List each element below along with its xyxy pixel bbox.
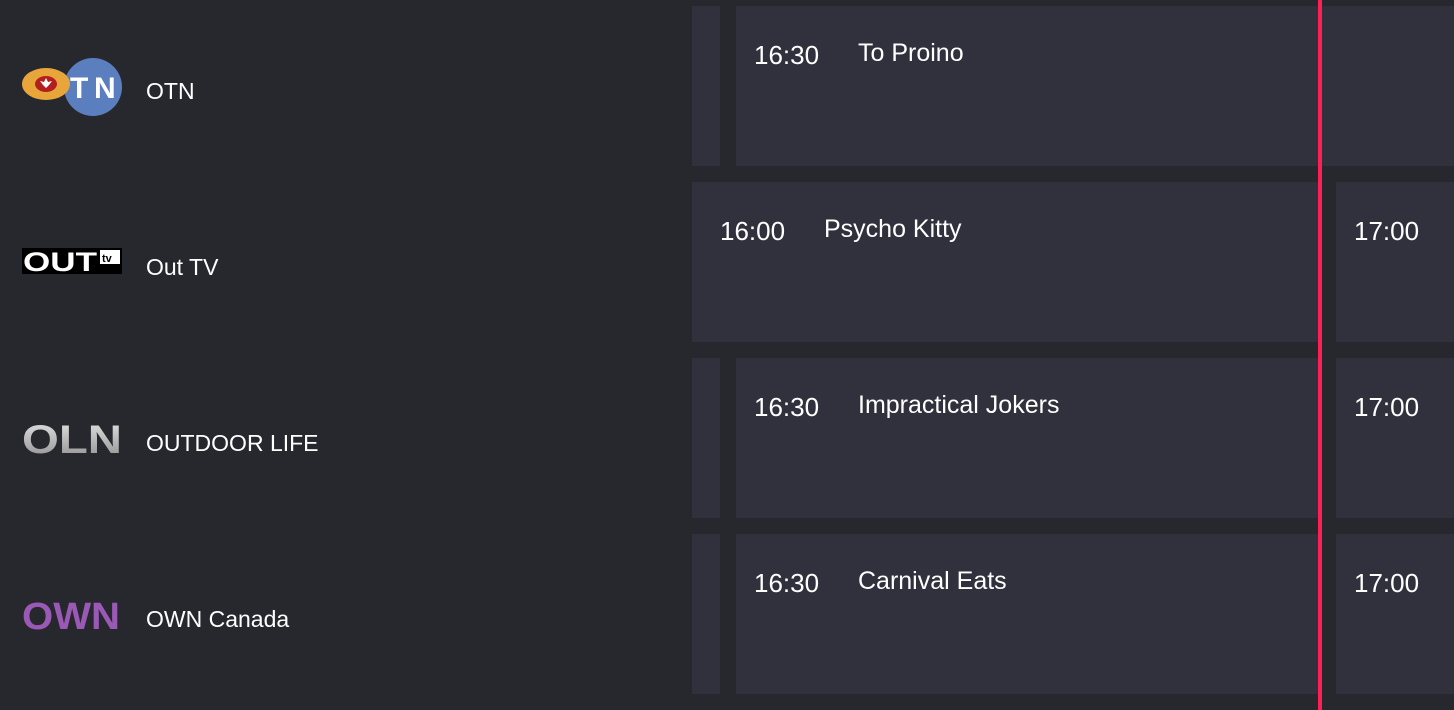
channel-info-own[interactable]: OWN OWN Canada — [0, 534, 680, 694]
program-time: 17:00 — [1354, 216, 1420, 246]
svg-text:T: T — [70, 72, 88, 105]
svg-text:OWN: OWN — [22, 598, 120, 632]
program-cell-previous[interactable] — [692, 6, 720, 166]
channel-row-otn: T N OTN 16:30 To Proino — [0, 6, 1454, 166]
current-time-indicator — [1318, 0, 1322, 710]
svg-text:OUT: OUT — [23, 248, 98, 274]
channel-name: OTN — [146, 78, 195, 104]
channel-name: Out TV — [146, 254, 219, 280]
channel-row-own: OWN OWN Canada 16:30 Carnival Eats 17:00 — [0, 534, 1454, 694]
channel-name: OWN Canada — [146, 606, 290, 632]
svg-text:tv: tv — [102, 253, 113, 265]
program-cell-next[interactable]: 17:00 — [1336, 534, 1454, 694]
program-title: Carnival Eats — [858, 567, 1007, 595]
tv-guide: T N OTN 16:30 To Proino OUT tv Out TV 16… — [0, 0, 1454, 710]
program-time: 16:30 — [754, 392, 820, 422]
program-cell[interactable]: 16:00 Psycho Kitty — [692, 182, 1318, 342]
program-title: Psycho Kitty — [824, 215, 962, 243]
program-title: To Proino — [858, 39, 964, 67]
program-time: 17:00 — [1354, 568, 1420, 598]
channel-row-outtv: OUT tv Out TV 16:00 Psycho Kitty 17:00 — [0, 182, 1454, 342]
channel-row-oln: OLN OUTDOOR LIFE 16:30 Impractical Joker… — [0, 358, 1454, 518]
program-cell[interactable]: 16:30 Impractical Jokers — [736, 358, 1318, 518]
program-cell[interactable]: 16:30 To Proino — [736, 6, 1454, 166]
own-logo-icon: OWN — [22, 596, 122, 638]
program-cell[interactable]: 16:30 Carnival Eats — [736, 534, 1318, 694]
program-cell-previous[interactable] — [692, 534, 720, 694]
outtv-logo-icon: OUT tv — [22, 247, 122, 277]
program-time: 17:00 — [1354, 392, 1420, 422]
channel-info-oln[interactable]: OLN OUTDOOR LIFE — [0, 358, 680, 518]
otn-logo-icon: T N — [22, 56, 122, 118]
program-time: 16:30 — [754, 568, 820, 598]
program-time: 16:30 — [754, 40, 820, 70]
oln-logo-icon: OLN — [22, 418, 122, 462]
program-cell-previous[interactable] — [692, 358, 720, 518]
channel-info-outtv[interactable]: OUT tv Out TV — [0, 182, 680, 342]
program-time: 16:00 — [720, 216, 786, 246]
channel-name: OUTDOOR LIFE — [146, 430, 319, 456]
program-title: Impractical Jokers — [858, 391, 1060, 419]
program-cell-next[interactable]: 17:00 — [1336, 182, 1454, 342]
svg-text:N: N — [94, 72, 116, 105]
svg-text:OLN: OLN — [22, 420, 122, 456]
program-cell-next[interactable]: 17:00 — [1336, 358, 1454, 518]
channel-info-otn[interactable]: T N OTN — [0, 6, 680, 166]
